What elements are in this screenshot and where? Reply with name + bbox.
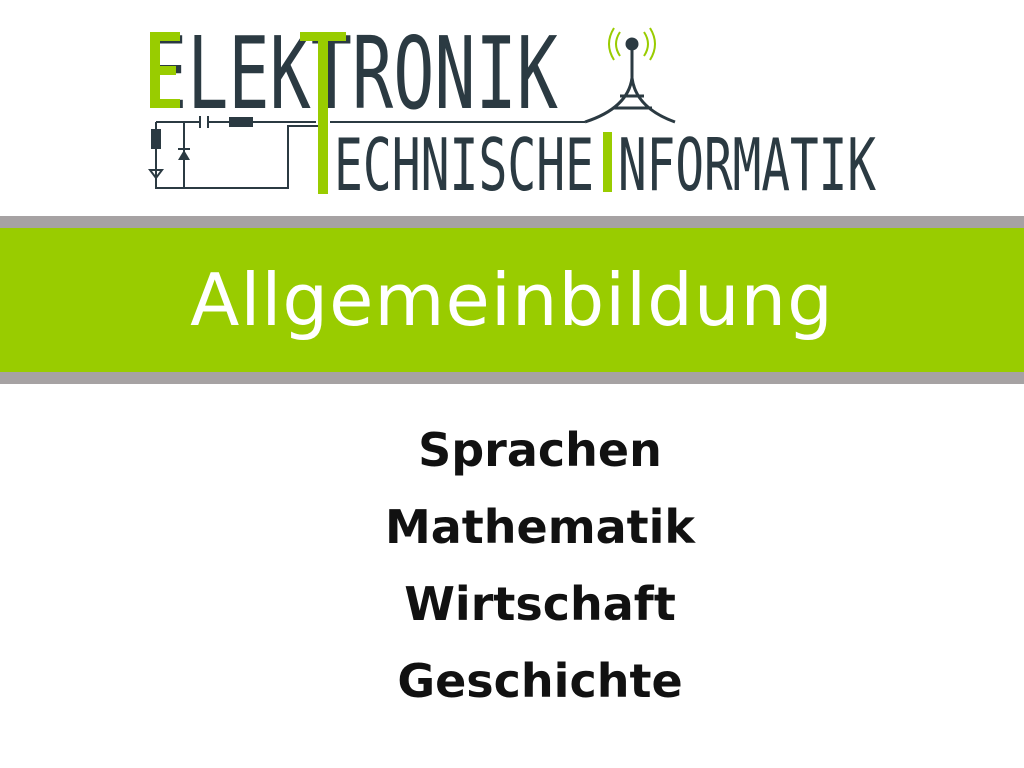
school-logo: ELEKTRONIK ECHNISCHE NFORMATIK xyxy=(146,18,876,198)
subject-item: Sprachen xyxy=(418,423,662,477)
subject-item: Geschichte xyxy=(397,654,683,708)
subject-item: Wirtschaft xyxy=(404,577,676,631)
banner-bottom-border xyxy=(0,372,1024,384)
slide: ELEKTRONIK ECHNISCHE NFORMATIK Allgemein… xyxy=(0,0,1024,768)
subject-item: Mathematik xyxy=(384,500,696,554)
logo-line-2b: NFORMATIK xyxy=(618,123,876,198)
slide-title: Allgemeinbildung xyxy=(190,258,834,342)
subject-list: Sprachen Mathematik Wirtschaft Geschicht… xyxy=(320,412,760,720)
logo-line-2a: ECHNISCHE xyxy=(334,123,594,198)
logo-line-1: ELEKTRONIK xyxy=(146,18,558,132)
antenna-tower-icon xyxy=(584,37,676,124)
banner-top-border xyxy=(0,216,1024,228)
